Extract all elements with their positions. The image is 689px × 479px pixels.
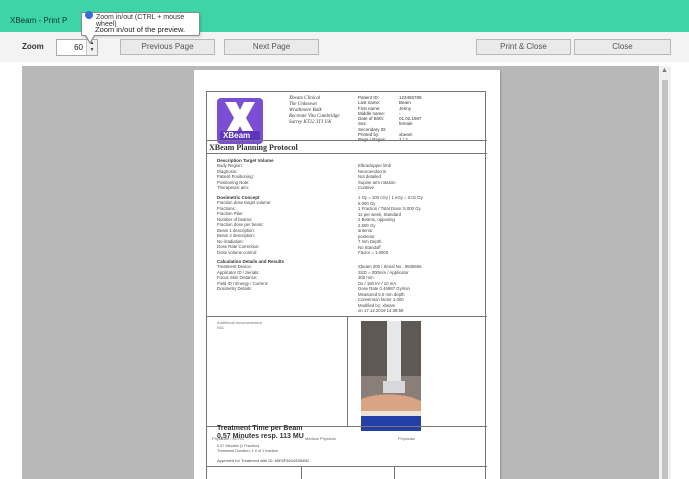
dosimetric-value: 1 Fraction / Total Dose: 5.000 Gy [358, 206, 421, 211]
treatment-time-heading: Treatment Time per Beam [217, 425, 303, 432]
spin-down-icon[interactable]: ▼ [87, 47, 97, 54]
tooltip-text: Zoom in/out of the preview. [95, 25, 186, 34]
report-divider [207, 316, 487, 317]
clinic-line: Surrey KT22 3TJ UK [289, 120, 332, 125]
target-label: Patient Positioning: [217, 174, 254, 179]
preview-page: XBeam Xbeam Clinical The Unknown Wrathmo… [194, 70, 500, 479]
approval-line: Approved for Treatment with ID: 65F8F460… [217, 458, 310, 463]
signature-divider [301, 466, 302, 479]
target-labels: Body Region: Diagnosis: Patient Position… [217, 163, 254, 191]
zoom-tooltip: Zoom in/out (CTRL + mouse wheel) Zoom in… [81, 11, 200, 44]
report-divider [207, 153, 487, 154]
signature-physician: Physician [398, 436, 416, 441]
additional-documentation: Additional documentation N/A [217, 320, 262, 330]
treatment-notes: 0.57 Minutes (1 Fraction) Treatment Dura… [217, 444, 278, 454]
treatment-note: Treatment Duration: 1.0 of 1 fraction [217, 448, 278, 453]
calculation-label: Dosimetry Details: [217, 286, 252, 291]
dosimetric-label: Dose volume control: [217, 249, 258, 255]
dosimetric-label: Fraction dose target volume: [217, 200, 272, 205]
calculation-value: on 17.12.2019 14:38:58 [358, 308, 404, 313]
calculation-values: Xbeam 300 / Serial No.: 9845566 SSD = 30… [358, 264, 422, 314]
zoom-label: Zoom [22, 42, 44, 51]
report-divider [207, 466, 487, 467]
target-value: Elbow/upper limb [358, 163, 391, 168]
window-title: XBeam - Print P [10, 16, 68, 25]
signature-physicist: Medical Physicist [305, 436, 336, 441]
photo-divider [347, 316, 348, 426]
additional-doc-value: N/A [217, 325, 224, 330]
close-button[interactable]: Close [574, 39, 671, 55]
calculation-labels: Treatment Device: Applicator ID / Serial… [217, 264, 268, 292]
print-and-close-button[interactable]: Print & Close [476, 39, 571, 55]
signature-physician-mtra: Physician / MTRA [212, 436, 244, 441]
dosimetric-values: 1 Gy = 100 cGy | 1 eGy = 0.01 Gy 5.000 G… [358, 195, 423, 256]
next-page-button[interactable]: Next Page [224, 39, 319, 55]
dosimetric-label: Fraction dose per beam: [217, 222, 264, 227]
tooltip-tail-fill [86, 35, 94, 42]
patient-info: Patient ID: 123456789 Last name: Beam Firs… [358, 95, 459, 143]
report-frame: XBeam Xbeam Clinical The Unknown Wrathmo… [206, 91, 487, 479]
info-icon [85, 11, 93, 19]
scroll-thumb[interactable] [662, 80, 668, 479]
dosimetric-value: 1 Gy = 100 cGy | 1 eGy = 0.01 Gy [358, 195, 423, 200]
dosimetric-value: Factor = 1.0000 [358, 250, 389, 255]
clinic-address: Xbeam Clinical The Unknown Wrathmore Bal… [289, 96, 340, 126]
target-label: Therapeutic aim: [217, 185, 250, 190]
treatment-photo [361, 321, 421, 431]
calculation-value: Xbeam 300 / Serial No.: 9845566 [358, 264, 422, 269]
report-divider [207, 140, 487, 141]
scroll-up-icon[interactable]: ▲ [661, 67, 668, 74]
zoom-value[interactable]: 60 [61, 43, 83, 52]
dosimetric-labels: Fraction dose target volume: Fractions: … [217, 200, 271, 255]
target-value: Curative [358, 185, 375, 190]
logo-text: XBeam [223, 131, 251, 140]
preview-viewport[interactable]: XBeam Xbeam Clinical The Unknown Wrathmo… [22, 66, 659, 479]
report-title: XBeam Planning Protocol [209, 143, 298, 152]
print-preview-window: XBeam - Print P Zoom in/out (CTRL + mous… [0, 0, 689, 479]
signature-divider [394, 466, 395, 479]
vertical-scrollbar[interactable]: ▲ [659, 66, 671, 479]
previous-page-button[interactable]: Previous Page [120, 39, 215, 55]
target-values: Elbow/upper limb Neuroendocrin Not detai… [358, 163, 396, 191]
